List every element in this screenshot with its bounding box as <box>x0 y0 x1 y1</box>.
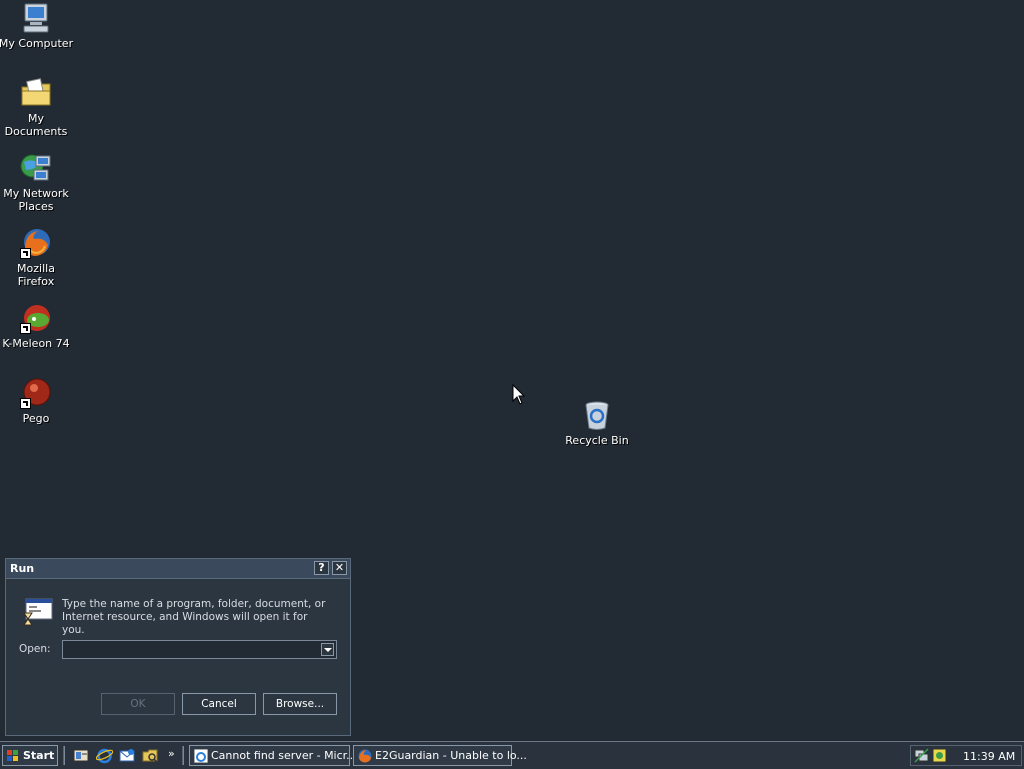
chevron-down-icon[interactable] <box>321 643 334 656</box>
desktop-icon-pego[interactable]: Pego <box>0 377 74 425</box>
run-program-icon <box>22 597 54 629</box>
taskbar-separator <box>182 746 184 765</box>
run-dialog: Run ? ✕ Type the name of a program, fold… <box>5 558 351 736</box>
windows-logo-icon <box>7 750 19 762</box>
desktop-icon-my-computer[interactable]: My Computer <box>0 2 74 50</box>
internet-explorer-icon[interactable] <box>95 747 114 764</box>
desktop-icon-label: My Documents <box>4 112 68 138</box>
close-button[interactable]: ✕ <box>332 561 347 575</box>
desktop-icon-recycle-bin[interactable]: Recycle Bin <box>559 399 635 447</box>
run-dialog-titlebar[interactable]: Run ? ✕ <box>6 559 350 579</box>
firefox-icon <box>358 749 372 763</box>
desktop-icon-label: My Network Places <box>3 187 69 213</box>
documents-folder-icon <box>20 77 52 109</box>
shortcut-arrow-icon <box>20 248 31 259</box>
task-button-internet-explorer[interactable]: Cannot find server - Micr... <box>189 745 357 766</box>
open-combobox[interactable] <box>62 640 337 659</box>
taskbar: Start » Cannot find server - Micr... E2G… <box>0 741 1024 769</box>
browse-button[interactable]: Browse... <box>263 693 337 715</box>
internet-explorer-icon <box>193 748 209 764</box>
desktop-icon-mozilla-firefox[interactable]: Mozilla Firefox <box>0 227 74 288</box>
outlook-express-icon[interactable] <box>119 747 136 764</box>
task-button-label: E2Guardian - Unable to lo... <box>375 749 527 762</box>
desktop-icon-label: K-Meleon 74 <box>2 337 70 350</box>
help-button[interactable]: ? <box>314 561 329 575</box>
open-label: Open: <box>19 643 51 655</box>
shortcut-arrow-icon <box>20 323 31 334</box>
show-desktop-icon[interactable] <box>73 747 90 764</box>
firefox-icon <box>20 227 52 259</box>
pego-icon <box>20 377 52 409</box>
desktop-icon-label: Mozilla Firefox <box>17 262 55 288</box>
run-dialog-title: Run <box>10 562 35 575</box>
k-meleon-icon <box>20 302 52 334</box>
system-tray: 11:39 AM <box>910 745 1022 766</box>
ok-button[interactable]: OK <box>101 693 175 715</box>
computer-icon <box>20 2 52 34</box>
start-label: Start <box>23 749 55 762</box>
task-button-firefox[interactable]: E2Guardian - Unable to lo... <box>353 745 527 766</box>
clock[interactable]: 11:39 AM <box>963 750 1015 763</box>
desktop-icon-my-documents[interactable]: My Documents <box>0 77 74 138</box>
security-status-icon[interactable] <box>932 748 947 763</box>
mouse-cursor-icon <box>512 383 526 406</box>
desktop-icon-label: Pego <box>22 412 50 425</box>
network-places-icon <box>20 152 52 184</box>
run-dialog-description: Type the name of a program, folder, docu… <box>62 598 326 636</box>
quick-launch-more-button[interactable]: » <box>168 747 175 760</box>
desktop-icon-my-network-places[interactable]: My Network Places <box>0 152 74 213</box>
start-button[interactable]: Start <box>2 745 58 766</box>
task-button-label: Cannot find server - Micr... <box>211 749 357 762</box>
desktop-icon-label: Recycle Bin <box>565 434 629 447</box>
shortcut-arrow-icon <box>20 398 31 409</box>
taskbar-separator <box>63 746 65 765</box>
open-input[interactable] <box>65 642 319 657</box>
recycle-bin-icon <box>581 399 613 431</box>
desktop-icon-k-meleon[interactable]: K-Meleon 74 <box>0 302 74 350</box>
network-status-icon[interactable] <box>914 748 929 763</box>
windows-explorer-icon[interactable] <box>142 747 159 764</box>
desktop-icon-label: My Computer <box>0 37 74 50</box>
cancel-button[interactable]: Cancel <box>182 693 256 715</box>
